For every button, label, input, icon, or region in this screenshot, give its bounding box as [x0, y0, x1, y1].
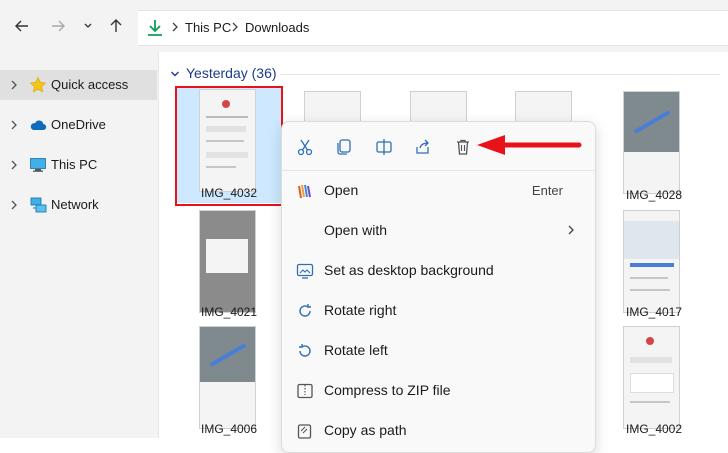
chevron-right-icon [568, 225, 574, 235]
desktop-background-icon [296, 263, 314, 279]
menu-divider [282, 170, 595, 171]
menu-item-copy-as-path[interactable]: Copy as path [286, 412, 591, 450]
chevron-right-icon [11, 200, 17, 210]
group-divider [280, 74, 720, 75]
share-button[interactable] [408, 132, 438, 162]
rotate-right-icon [299, 304, 311, 317]
chevron-right-icon [232, 22, 238, 32]
sidebar-item-label: Network [51, 197, 99, 212]
menu-item-compress-zip[interactable]: Compress to ZIP file [286, 372, 591, 410]
rotate-left-icon [299, 344, 311, 357]
menu-item-open[interactable]: Open Enter [286, 172, 591, 210]
share-icon [416, 139, 429, 154]
file-thumbnail [199, 210, 256, 313]
arrow-left-icon [15, 20, 28, 32]
file-name: IMG_4028 [626, 188, 683, 202]
scissors-icon [297, 139, 313, 156]
menu-item-label: Open with [324, 222, 388, 238]
cloud-icon [30, 120, 47, 131]
breadcrumb-this-pc[interactable]: This PC [185, 20, 231, 35]
menu-item-label: Rotate left [324, 342, 388, 358]
group-label: Yesterday (36) [186, 65, 277, 81]
zip-folder-icon [297, 383, 313, 399]
chevron-down-icon [171, 71, 179, 77]
menu-item-label: Rotate right [324, 302, 397, 318]
copy-path-icon [297, 424, 312, 439]
navigation-pane: Quick access OneDrive This PC Network [0, 52, 159, 438]
file-thumbnail [623, 326, 680, 429]
menu-item-set-desktop-background[interactable]: Set as desktop background [286, 252, 591, 290]
network-icon [30, 197, 47, 213]
monitor-icon [30, 158, 46, 172]
menu-item-label: Set as desktop background [324, 262, 494, 278]
file-thumbnail [623, 91, 680, 194]
shortcut-hint: Enter [531, 183, 563, 198]
sidebar-item-this-pc[interactable]: This PC [0, 150, 157, 180]
sidebar-item-quick-access[interactable]: Quick access [0, 70, 157, 100]
sidebar-item-label: Quick access [51, 77, 129, 92]
chevron-down-icon [84, 23, 92, 28]
file-thumbnail [623, 210, 680, 313]
download-icon [148, 20, 162, 36]
copy-button[interactable] [329, 132, 359, 162]
arrow-right-icon [52, 20, 65, 32]
open-icon [298, 184, 311, 199]
menu-item-open-with[interactable]: Open with [286, 212, 591, 250]
star-icon [29, 76, 47, 93]
file-name: IMG_4017 [626, 305, 683, 319]
delete-button[interactable] [448, 132, 478, 162]
annotation-arrow-icon [477, 135, 582, 155]
file-name: IMG_4021 [201, 305, 258, 319]
sidebar-item-network[interactable]: Network [0, 190, 157, 220]
forward-button[interactable] [46, 14, 70, 38]
back-button[interactable] [10, 14, 34, 38]
sidebar-item-onedrive[interactable]: OneDrive [0, 110, 157, 140]
chevron-right-icon [11, 80, 17, 90]
chevron-right-icon [11, 120, 17, 130]
address-toolbar: This PC Downloads [0, 0, 728, 52]
sidebar-item-label: OneDrive [51, 117, 106, 132]
menu-item-label: Open [324, 182, 359, 198]
breadcrumb-downloads[interactable]: Downloads [245, 20, 309, 35]
file-thumbnail [515, 91, 572, 122]
sidebar-item-label: This PC [51, 157, 98, 172]
file-thumbnail [304, 91, 361, 122]
chevron-right-icon [172, 22, 178, 32]
arrow-up-icon [110, 19, 122, 32]
trash-icon [457, 139, 469, 155]
rename-button[interactable] [369, 132, 399, 162]
annotation-highlight-box [175, 86, 283, 206]
file-thumbnail [410, 91, 467, 122]
context-menu: Open Enter Open with Set as desktop back… [281, 121, 596, 453]
file-name: IMG_4006 [201, 422, 258, 436]
menu-item-rotate-left[interactable]: Rotate left [286, 332, 591, 370]
cut-button[interactable] [290, 132, 320, 162]
up-button[interactable] [104, 14, 128, 38]
menu-item-label: Copy as path [324, 422, 407, 438]
copy-icon [337, 139, 351, 155]
file-thumbnail [199, 326, 256, 429]
recent-locations-button[interactable] [76, 14, 100, 38]
menu-item-rotate-right[interactable]: Rotate right [286, 292, 591, 330]
file-name: IMG_4002 [626, 422, 683, 436]
rename-icon [376, 139, 392, 155]
chevron-right-icon [11, 160, 17, 170]
menu-item-label: Compress to ZIP file [324, 382, 451, 398]
address-bar[interactable]: This PC Downloads [138, 10, 728, 46]
